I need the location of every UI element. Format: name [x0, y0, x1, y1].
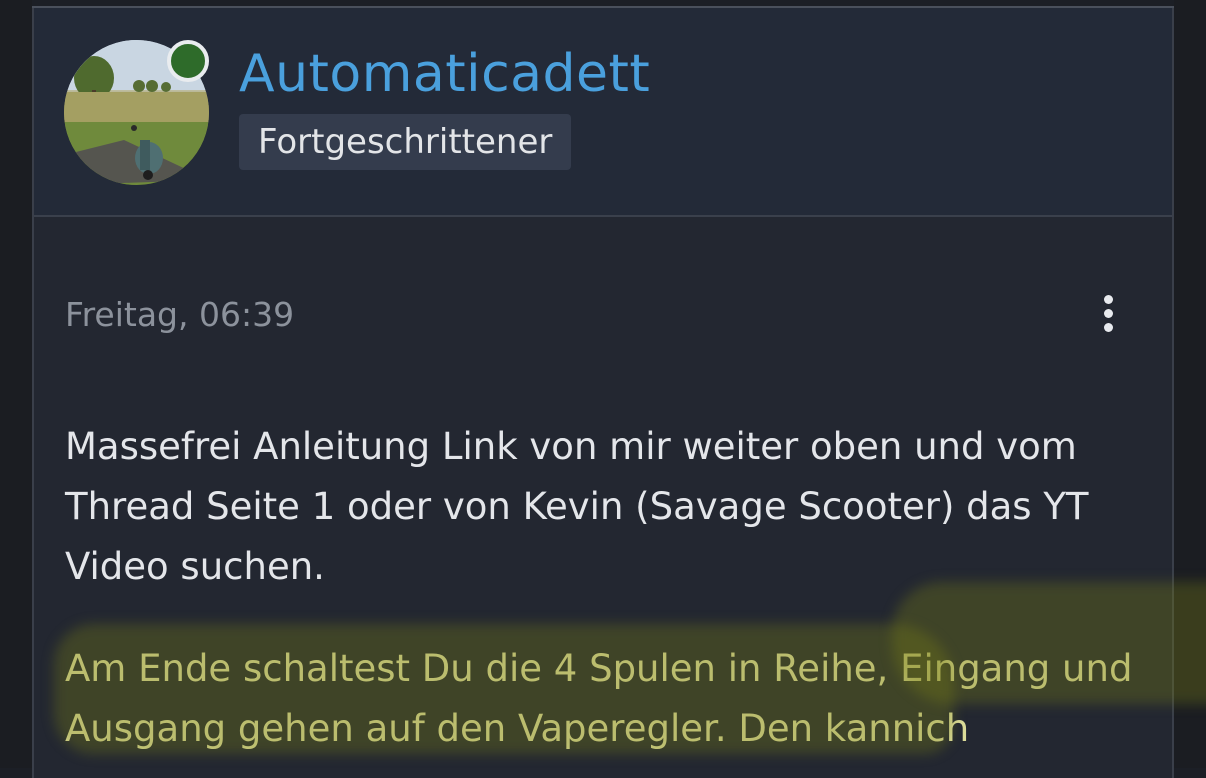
author-header: Automaticadett Fortgeschrittener	[34, 8, 1172, 217]
page-margin-right	[1174, 0, 1206, 768]
forum-post: Automaticadett Fortgeschrittener Freitag…	[32, 8, 1206, 778]
post-paragraph: Massefrei Anleitung Link von mir weiter …	[65, 425, 1089, 588]
author-username[interactable]: Automaticadett	[239, 42, 650, 106]
more-vertical-icon[interactable]	[1094, 291, 1122, 335]
page-margin-left	[0, 0, 32, 768]
online-status-icon	[167, 40, 209, 82]
author-rank-badge: Fortgeschrittener	[239, 114, 572, 170]
menu-dot	[1103, 322, 1113, 332]
post-timestamp[interactable]: Freitag, 06:39	[65, 293, 294, 337]
post-paragraph-highlighted: Am Ende schaltest Du die 4 Spulen in Rei…	[65, 647, 1133, 750]
menu-dot	[1103, 294, 1113, 304]
menu-dot	[1103, 308, 1113, 318]
